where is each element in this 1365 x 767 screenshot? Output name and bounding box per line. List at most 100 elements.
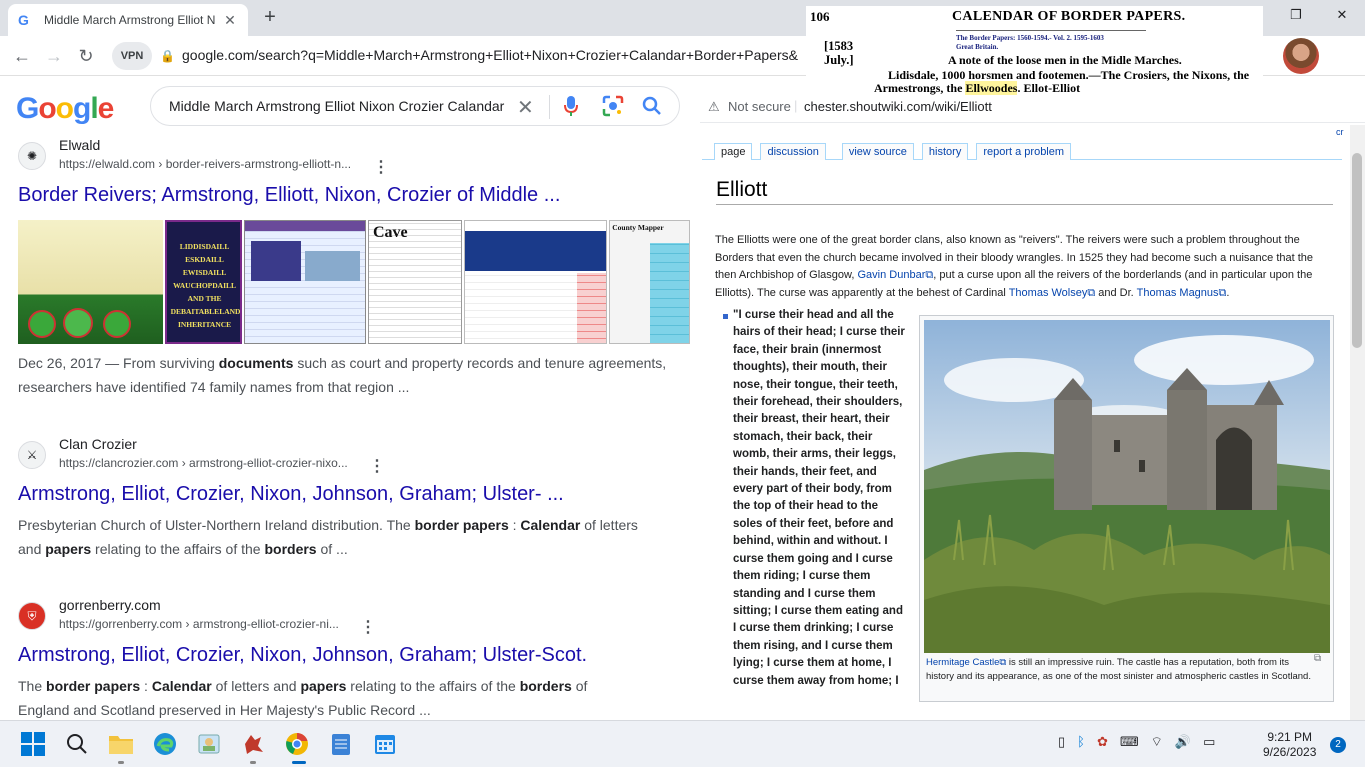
microphone-icon[interactable] <box>564 95 578 117</box>
elwald-favicon-icon: ✺ <box>18 142 46 170</box>
not-secure-label[interactable]: Not secure <box>728 99 791 114</box>
wiki-page: cr page discussion view source history r… <box>702 125 1348 712</box>
running-indicator <box>118 761 124 764</box>
wiki-scrollbar[interactable] <box>1350 125 1365 720</box>
result-title[interactable]: Armstrong, Elliot, Crozier, Nixon, Johns… <box>18 644 587 667</box>
restore-icon[interactable]: ❐ <box>1273 0 1319 30</box>
keyboard-icon[interactable]: ⌨ <box>1120 734 1139 750</box>
title-divider <box>716 204 1333 205</box>
address-bar[interactable]: google.com/search?q=Middle+March+Armstro… <box>182 47 802 63</box>
wiki-url[interactable]: chester.shoutwiki.com/wiki/Elliott <box>804 99 992 114</box>
clancrozier-favicon-icon: ⚔ <box>18 441 46 469</box>
vpn-badge[interactable]: VPN <box>112 42 152 70</box>
result-site-name[interactable]: gorrenberry.com <box>59 597 161 613</box>
tab-view-source[interactable]: view source <box>841 143 914 160</box>
search-icon[interactable] <box>63 730 91 758</box>
lock-icon[interactable]: 🔒 <box>160 49 175 63</box>
thumbnail-debatable-land-image[interactable]: LIDDISDAILL ESKDAILL EWISDAILL WAUCHOPDA… <box>164 220 243 344</box>
castle-figure: ⧉ Hermitage Castle⧉ is still an impressi… <box>919 315 1334 702</box>
start-icon[interactable] <box>19 730 47 758</box>
thumbnail-spreadsheet-image[interactable] <box>244 220 366 344</box>
tab-page[interactable]: page <box>714 143 753 160</box>
calendar-header: CALENDAR OF BORDER PAPERS. <box>952 9 1186 24</box>
result-snippet: Presbyterian Church of Ulster-Northern I… <box>18 517 638 557</box>
thumbnail-cave-image[interactable]: Cave <box>367 220 462 344</box>
notepad-icon[interactable] <box>327 730 355 758</box>
hermitage-castle-image[interactable] <box>924 320 1330 653</box>
profile-avatar[interactable] <box>1283 38 1319 74</box>
entry-date: [1583 July.] <box>824 39 854 67</box>
border-papers-clipping: 106 CALENDAR OF BORDER PAPERS. The Borde… <box>806 6 1263 95</box>
close-tab-icon[interactable]: ✕ <box>222 12 238 29</box>
thumbnail-map-image[interactable] <box>18 220 163 344</box>
tab-discussion[interactable]: discussion <box>760 143 826 160</box>
paint-icon[interactable] <box>239 730 267 758</box>
hermitage-castle-link[interactable]: Hermitage Castle <box>926 657 999 668</box>
wifi-icon[interactable]: ⌔ <box>1151 734 1163 750</box>
clipping-line: A note of the loose men in the Midle Mar… <box>948 53 1182 67</box>
thomas-wolsey-link[interactable]: Thomas Wolsey <box>1009 287 1088 299</box>
tab-report-problem[interactable]: report a problem <box>976 143 1072 160</box>
new-tab-button[interactable]: + <box>258 6 282 30</box>
result-image-strip[interactable]: LIDDISDAILL ESKDAILL EWISDAILL WAUCHOPDA… <box>18 220 690 344</box>
browser-tab[interactable]: G Middle March Armstrong Elliot N ✕ <box>8 4 248 36</box>
gorrenberry-favicon-icon: ⛨ <box>18 602 46 630</box>
windows-taskbar: ▯ ᛒ ✿ ⌨ ⌔ 🔊 ▭ 9:21 PM 9/26/2023 2 <box>0 720 1365 767</box>
close-window-icon[interactable]: ✕ <box>1319 0 1365 30</box>
more-options-icon[interactable]: ⋮ <box>360 617 376 637</box>
reload-icon[interactable]: ↻ <box>74 44 98 68</box>
photos-icon[interactable] <box>195 730 223 758</box>
thomas-magnus-link[interactable]: Thomas Magnus <box>1137 287 1219 299</box>
google-logo[interactable]: Google <box>16 92 114 126</box>
app-tray-icon[interactable]: ✿ <box>1097 734 1108 750</box>
result-url[interactable]: https://elwald.com › border-reivers-arms… <box>59 157 351 171</box>
thumb-text: ESKDAILL <box>185 255 224 264</box>
active-indicator <box>292 761 306 764</box>
thumb-text: LIDDISDAILL <box>179 242 230 251</box>
wiki-create-link[interactable]: cr <box>1336 127 1344 137</box>
result-url[interactable]: https://gorrenberry.com › armstrong-elli… <box>59 617 339 631</box>
back-icon[interactable]: ← <box>10 44 34 68</box>
clear-search-icon[interactable]: ✕ <box>517 95 534 120</box>
notification-badge[interactable]: 2 <box>1330 737 1346 753</box>
thumbnail-table-image[interactable] <box>463 220 608 344</box>
thumb-text: EWISDAILL <box>182 268 227 277</box>
scrollbar-thumb[interactable] <box>1352 153 1362 348</box>
usb-icon[interactable]: ▯ <box>1058 734 1065 750</box>
bluetooth-icon[interactable]: ᛒ <box>1077 734 1085 750</box>
thumb-text: AND THE <box>187 294 222 303</box>
taskbar-clock[interactable]: 9:21 PM 9/26/2023 <box>1263 730 1316 760</box>
volume-icon[interactable]: 🔊 <box>1175 734 1191 750</box>
calendar-icon[interactable] <box>371 730 399 758</box>
thumb-text: County Mapper <box>612 223 664 232</box>
thumbnail-county-mapper-image[interactable]: County Mapper <box>609 220 690 344</box>
battery-icon[interactable]: ▭ <box>1203 734 1215 750</box>
warning-icon[interactable]: ⚠ <box>708 99 720 115</box>
edge-icon[interactable] <box>151 730 179 758</box>
more-options-icon[interactable]: ⋮ <box>369 456 385 476</box>
result-site-name[interactable]: Elwald <box>59 137 100 153</box>
figure-caption: Hermitage Castle⧉ is still an impressive… <box>926 657 1311 682</box>
header-rule <box>956 30 1146 31</box>
result-url[interactable]: https://clancrozier.com › armstrong-elli… <box>59 456 348 470</box>
result-title[interactable]: Armstrong, Elliot, Crozier, Nixon, Johns… <box>18 483 564 506</box>
forward-icon[interactable]: → <box>42 44 66 68</box>
gavin-dunbar-link[interactable]: Gavin Dunbar <box>857 269 925 281</box>
thumb-text: WAUCHOPDAILL <box>173 281 237 290</box>
result-site-name[interactable]: Clan Crozier <box>59 436 137 452</box>
chrome-icon[interactable] <box>283 730 311 758</box>
search-icon[interactable] <box>641 95 663 117</box>
result-title[interactable]: Border Reivers; Armstrong, Elliott, Nixo… <box>18 184 560 207</box>
search-input[interactable]: Middle March Armstrong Elliot Nixon Croz… <box>169 98 509 114</box>
search-box[interactable]: Middle March Armstrong Elliot Nixon Croz… <box>150 86 680 126</box>
page-title: Elliott <box>716 178 768 201</box>
thumb-text: INHERITANCE <box>177 320 232 329</box>
tab-history[interactable]: history <box>921 143 969 160</box>
google-results-pane: Google Middle March Armstrong Elliot Nix… <box>0 77 700 720</box>
file-explorer-icon[interactable] <box>107 730 135 758</box>
more-options-icon[interactable]: ⋮ <box>373 157 389 177</box>
list-bullet <box>723 314 728 319</box>
running-indicator <box>250 761 256 764</box>
google-lens-icon[interactable] <box>602 95 624 117</box>
tab-title: Middle March Armstrong Elliot N <box>44 13 216 27</box>
